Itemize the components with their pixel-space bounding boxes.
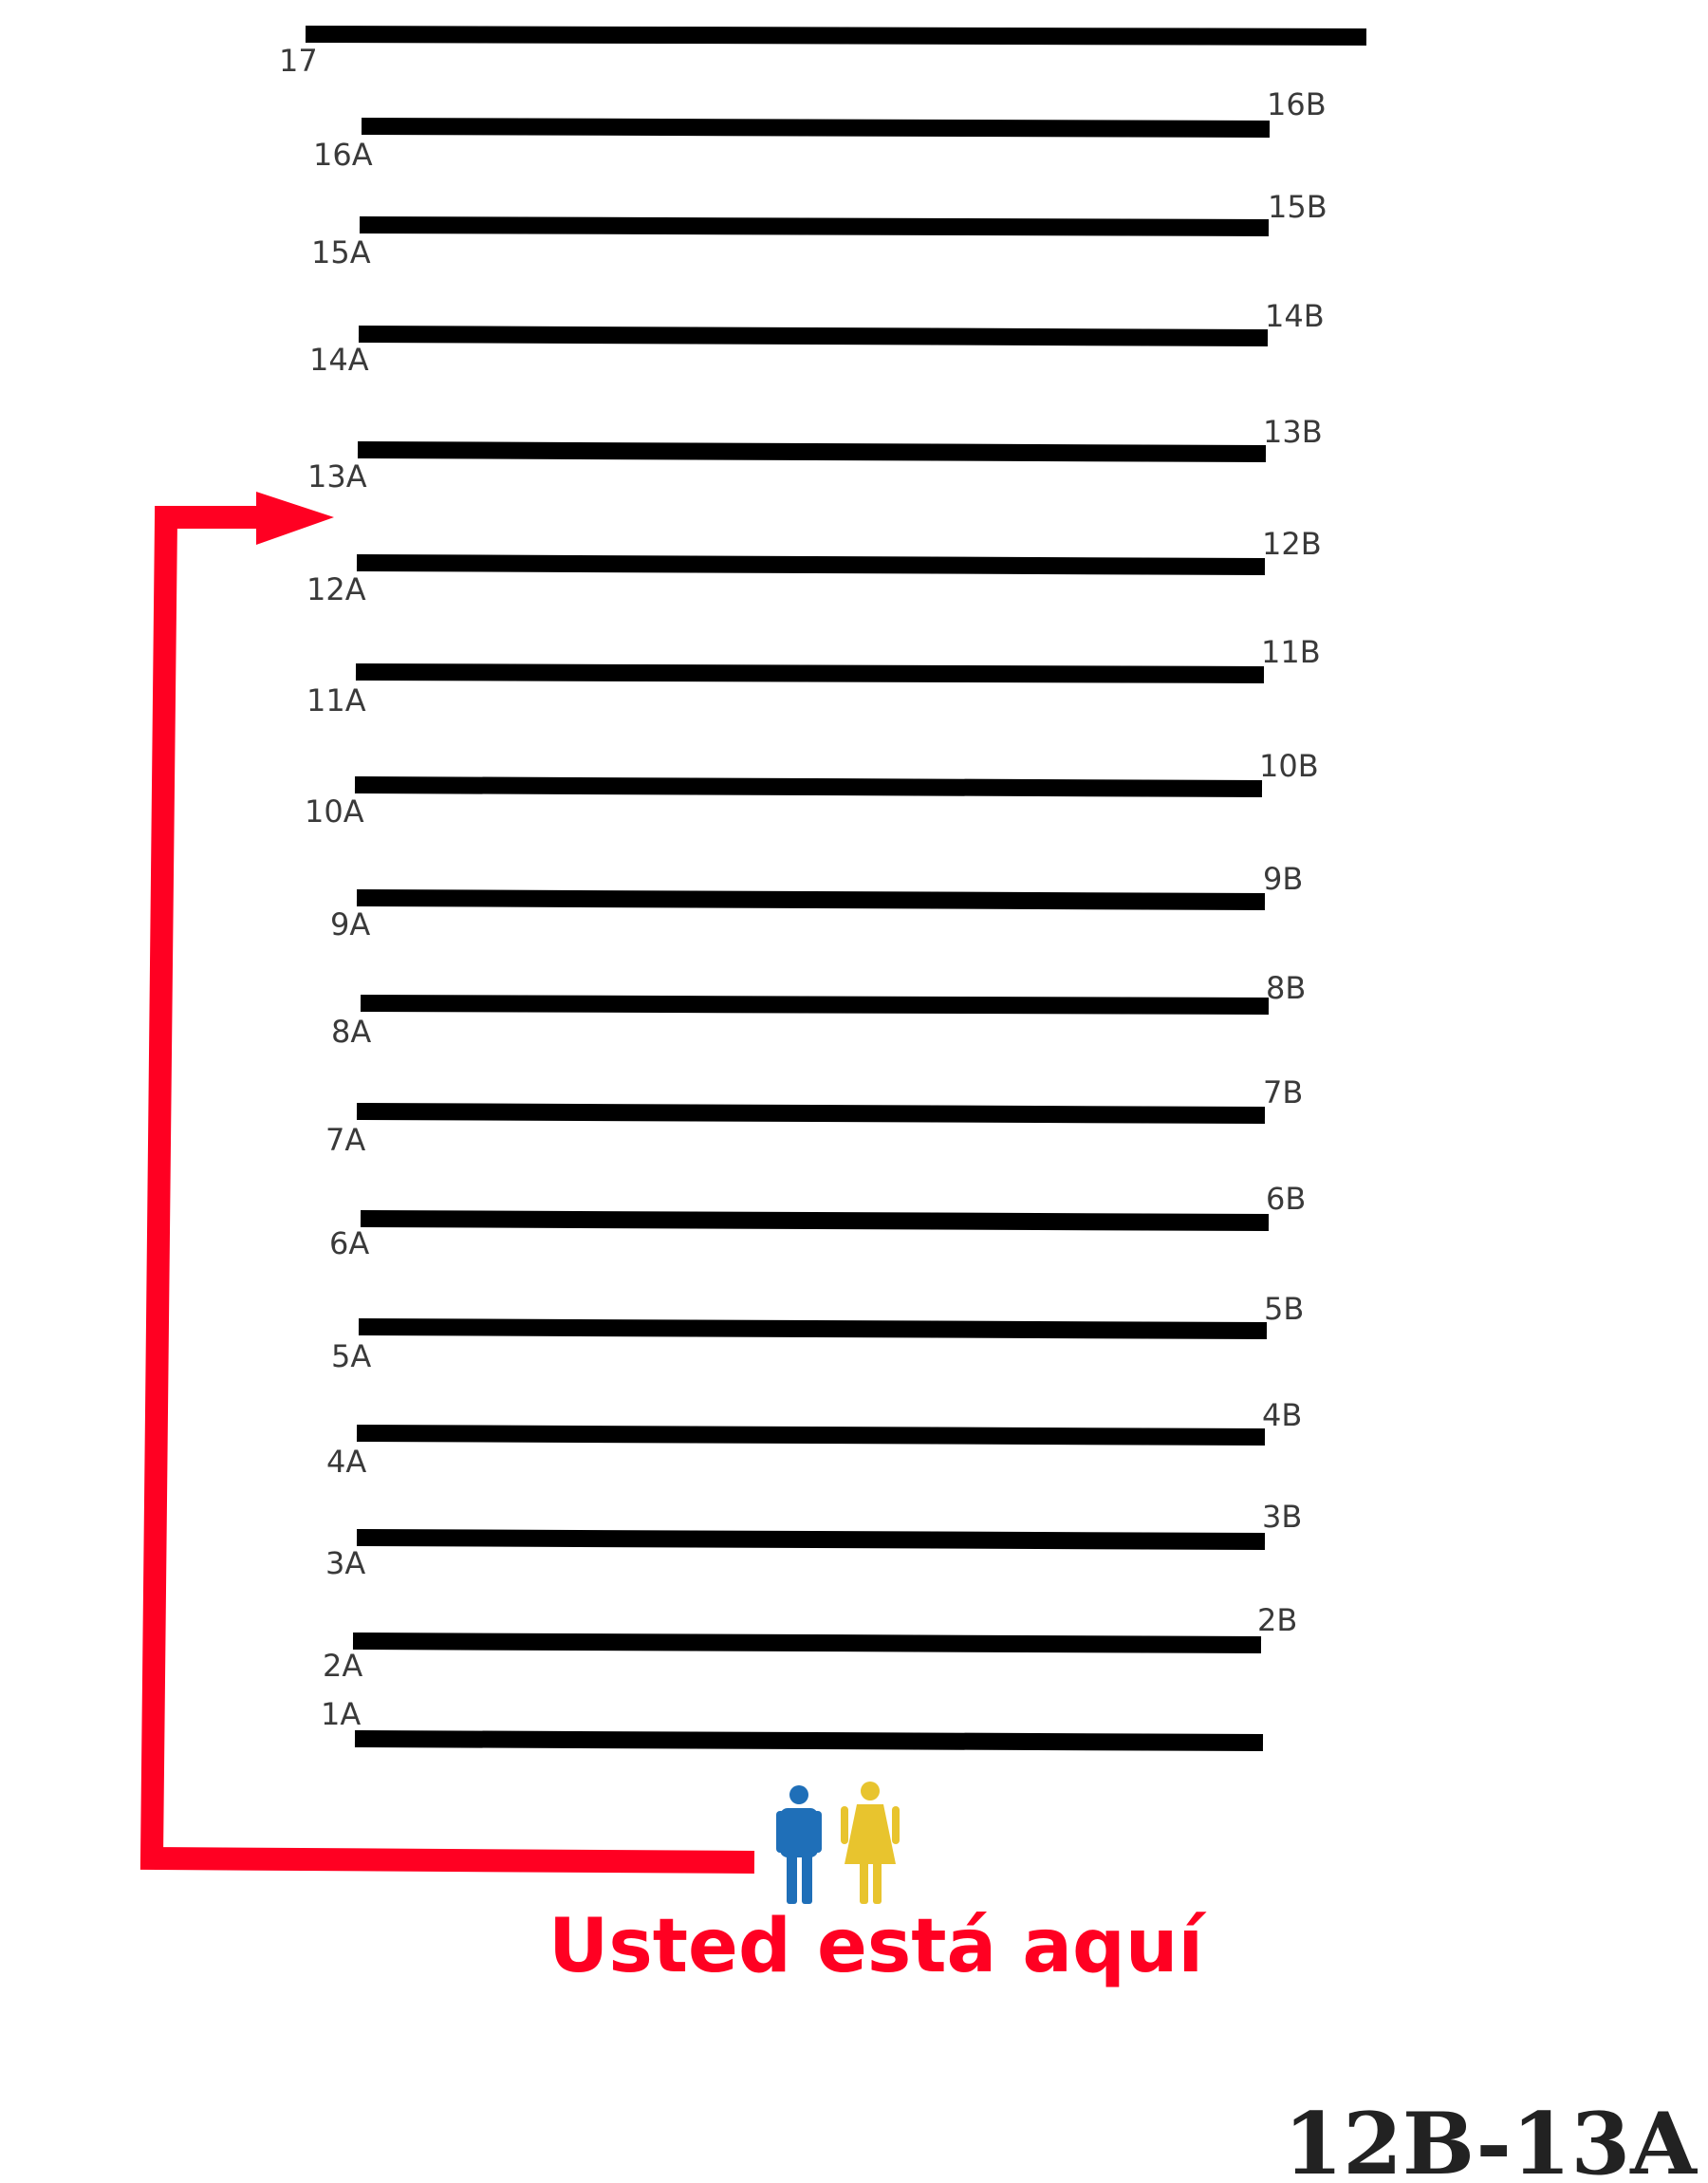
destination-code: 12B-13A xyxy=(1284,2094,1699,2183)
aisle-4: 4A 4B xyxy=(326,1397,1302,1480)
aisle-15: 15A 15B xyxy=(311,189,1327,271)
aisle-label-a: 14A xyxy=(309,342,369,378)
aisle-14: 14A 14B xyxy=(309,298,1325,378)
aisle-label-b: 4B xyxy=(1262,1397,1302,1433)
aisle-shelf-line xyxy=(354,776,1263,797)
aisle-label-a: 16A xyxy=(313,137,373,173)
aisle-label-b: 5B xyxy=(1264,1291,1304,1327)
aisle-label-b: 15B xyxy=(1268,189,1327,225)
route-line xyxy=(139,506,755,1874)
aisle-label-a: 3A xyxy=(325,1545,365,1581)
aisle-label-a: 2A xyxy=(323,1648,362,1684)
aisle-label-b: 14B xyxy=(1265,298,1325,334)
aisle-shelf-line xyxy=(356,889,1266,910)
route-arrowhead xyxy=(256,492,334,545)
aisle-shelf-line xyxy=(358,326,1269,346)
aisle-shelf-line xyxy=(356,1529,1266,1550)
aisle-label-a: 15A xyxy=(311,234,371,271)
aisle-shelf-line xyxy=(360,995,1270,1015)
aisle-11: 11A 11B xyxy=(306,634,1321,718)
route-path xyxy=(139,492,755,1874)
aisle-shelf-line xyxy=(305,26,1367,46)
aisle-7: 7A 7B xyxy=(325,1074,1303,1158)
aisle-6: 6A 6B xyxy=(329,1181,1306,1261)
man-icon xyxy=(776,1785,822,1904)
aisle-label-a: 6A xyxy=(329,1225,369,1261)
aisle-5: 5A 5B xyxy=(331,1291,1304,1374)
aisle-shelf-line xyxy=(356,1103,1266,1124)
aisle-10: 10A 10B xyxy=(305,748,1319,830)
aisle-shelf-line xyxy=(357,441,1267,462)
aisle-2: 2A 2B xyxy=(323,1602,1297,1684)
aisle-shelf-line xyxy=(356,1425,1266,1446)
aisle-label-b: 9B xyxy=(1263,861,1303,897)
woman-icon xyxy=(841,1782,900,1904)
aisle-label-a: 17 xyxy=(279,43,318,79)
aisle-label-a: 9A xyxy=(330,906,370,942)
aisle-shelf-line xyxy=(354,1730,1264,1751)
aisle-label-b: 10B xyxy=(1259,748,1319,784)
aisle-8: 8A 8B xyxy=(331,970,1306,1050)
aisle-shelf-line xyxy=(355,663,1265,683)
aisle-17: 17 xyxy=(279,26,1367,79)
aisle-label-a: 11A xyxy=(306,682,366,718)
aisle-16: 16A 16B xyxy=(313,86,1327,173)
aisle-1: 1A xyxy=(321,1696,1264,1751)
aisle-3: 3A 3B xyxy=(325,1499,1302,1581)
aisle-13: 13A 13B xyxy=(307,414,1323,494)
aisle-shelf-line xyxy=(356,554,1266,575)
aisle-label-a: 7A xyxy=(325,1122,365,1158)
store-aisle-map: 17 16A 16B 15A 15B 14A 14B 13A 13B 12A 12B 11A 11B 10… xyxy=(139,26,1699,2183)
aisle-label-b: 12B xyxy=(1262,526,1322,562)
aisle-label-a: 12A xyxy=(306,571,366,607)
aisle-9: 9A 9B xyxy=(330,861,1303,942)
aisle-shelf-line xyxy=(360,1210,1270,1231)
aisle-label-b: 11B xyxy=(1261,634,1321,670)
aisle-label-a: 4A xyxy=(326,1444,366,1480)
aisle-label-b: 3B xyxy=(1262,1499,1302,1535)
aisle-label-b: 13B xyxy=(1263,414,1323,450)
aisle-label-b: 16B xyxy=(1267,86,1327,122)
aisle-shelf-line xyxy=(361,118,1271,138)
aisle-label-a: 1A xyxy=(321,1696,361,1732)
aisle-label-b: 2B xyxy=(1257,1602,1297,1638)
you-are-here-label: Usted está aquí xyxy=(548,1904,1207,1989)
aisle-12: 12A 12B xyxy=(306,526,1322,607)
aisle-shelf-line xyxy=(352,1633,1262,1653)
aisle-shelf-line xyxy=(359,216,1270,236)
aisle-label-b: 7B xyxy=(1263,1074,1303,1110)
aisle-label-a: 13A xyxy=(307,458,367,494)
aisle-label-b: 6B xyxy=(1266,1181,1306,1217)
aisle-shelf-line xyxy=(358,1318,1268,1339)
aisle-label-b: 8B xyxy=(1266,970,1306,1006)
aisles-layer: 17 16A 16B 15A 15B 14A 14B 13A 13B 12A 12B 11A 11B 10… xyxy=(279,26,1367,1751)
aisle-label-a: 8A xyxy=(331,1014,371,1050)
aisle-label-a: 5A xyxy=(331,1338,371,1374)
aisle-label-a: 10A xyxy=(305,793,364,830)
